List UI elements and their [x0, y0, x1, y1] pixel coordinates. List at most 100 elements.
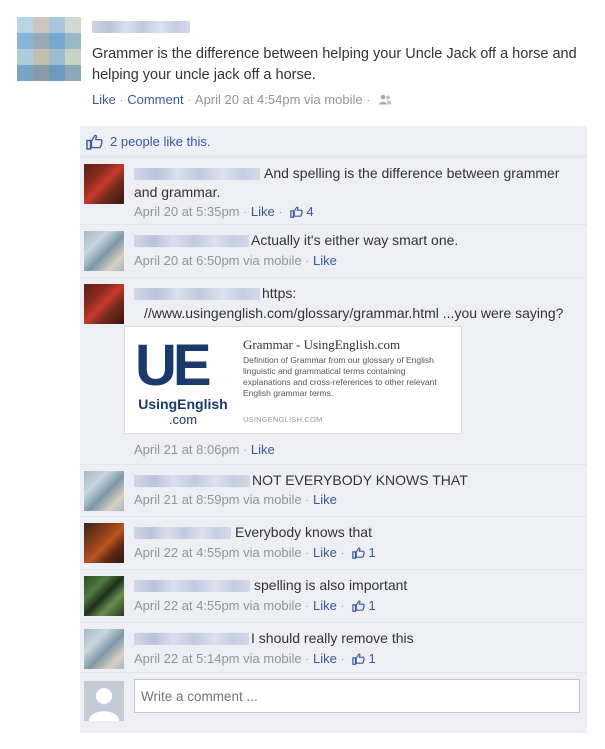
comment-via: via mobile [243, 492, 302, 507]
comment-timestamp[interactable]: April 21 at 8:59pm [134, 492, 240, 507]
post-meta: Like · Comment · April 20 at 4:54pm via mobi… [92, 92, 392, 107]
comment-timestamp[interactable]: April 21 at 8:06pm [134, 442, 240, 457]
comment-via: via mobile [243, 253, 302, 268]
thumbs-up-icon [289, 206, 303, 218]
logo-tld: .com [168, 412, 198, 427]
commenter-name-redacted[interactable] [134, 475, 250, 487]
comment-meta: April 21 at 8:59pm via mobile · Like [134, 492, 337, 507]
comment-like-link[interactable]: Like [313, 492, 337, 507]
comment-item: Actually it's either way smart one. Apri… [80, 224, 587, 276]
commenter-avatar[interactable] [84, 523, 124, 563]
separator-dot: · [305, 256, 310, 268]
preview-domain: USINGENGLISH.COM [243, 415, 323, 424]
likes-summary-row: 2 people like this. [80, 126, 587, 156]
comment-via: via mobile [243, 651, 302, 666]
commenter-name-redacted[interactable] [134, 527, 231, 539]
comment-like-link[interactable]: Like [251, 204, 275, 219]
comment-text: And spelling is the difference between g… [134, 165, 560, 200]
commenter-avatar[interactable] [84, 284, 124, 324]
comment-timestamp[interactable]: April 22 at 4:55pm [134, 545, 240, 560]
separator-dot: · [305, 495, 310, 507]
thumbs-up-icon [352, 600, 365, 612]
comment-text: I should really remove this [251, 630, 414, 646]
post-author-avatar[interactable] [17, 17, 81, 81]
commenter-avatar[interactable] [84, 576, 124, 616]
comment-meta: April 20 at 5:35pm · Like · 4 [134, 204, 314, 219]
comment-timestamp[interactable]: April 22 at 5:14pm [134, 651, 240, 666]
comment-like-count[interactable]: 1 [352, 598, 376, 613]
comment-timestamp[interactable]: April 20 at 6:50pm [134, 253, 240, 268]
like-count-value: 4 [306, 204, 314, 219]
commenter-name-redacted[interactable] [134, 288, 260, 300]
comment-timestamp[interactable]: April 20 at 5:35pm [134, 204, 240, 219]
comment-like-link[interactable]: Like [313, 253, 337, 268]
comment-via: via mobile [243, 598, 302, 613]
comment-like-link[interactable]: Like [251, 442, 275, 457]
commenter-name-redacted[interactable] [134, 633, 249, 645]
comment-item: spelling is also important April 22 at 4… [80, 569, 587, 621]
commenter-avatar[interactable] [84, 231, 124, 271]
comment-item: I should really remove this April 22 at … [80, 622, 587, 672]
comment-item: NOT EVERYBODY KNOWS THAT April 21 at 8:5… [80, 464, 587, 515]
comment-meta: April 22 at 5:14pm via mobile · Like · 1 [134, 651, 376, 666]
commenter-avatar[interactable] [84, 471, 124, 511]
comment-text: Actually it's either way smart one. [251, 232, 459, 248]
link-preview-card[interactable]: UE UsingEnglish .com Grammar - UsingEngl… [124, 326, 462, 434]
separator-dot: · [305, 601, 310, 613]
comment-like-link[interactable]: Like [313, 651, 337, 666]
comment-meta: April 22 at 4:55pm via mobile · Like · 1 [134, 545, 376, 560]
comment-text-prefix: https: [262, 285, 297, 301]
audience-friends-icon[interactable] [378, 94, 392, 105]
comment-meta: April 21 at 8:06pm · Like [134, 442, 275, 457]
like-count-value: 1 [368, 651, 376, 666]
default-user-silhouette-icon [84, 681, 124, 721]
commenter-name-redacted[interactable] [134, 580, 250, 592]
comment-url-text[interactable]: //www.usingenglish.com/glossary/grammar.… [144, 305, 439, 321]
commenter-avatar[interactable] [84, 164, 124, 204]
comment-text: spelling is also important [254, 577, 408, 593]
post-like-link[interactable]: Like [92, 92, 116, 107]
preview-description: Definition of Grammar from our glossary … [243, 355, 437, 398]
comment-text: Everybody knows that [235, 524, 372, 540]
thumbs-up-icon [352, 653, 365, 665]
comment-via: via mobile [243, 545, 302, 560]
comment-item: Everybody knows that April 22 at 4:55pm … [80, 516, 587, 568]
preview-title[interactable]: Grammar - UsingEnglish.com [243, 337, 400, 353]
comment-like-link[interactable]: Like [313, 598, 337, 613]
separator-dot: · [366, 95, 370, 107]
post-timestamp[interactable]: April 20 at 4:54pm [195, 92, 301, 107]
post-text: Grammer is the difference between helpin… [92, 46, 577, 83]
separator-dot: · [340, 548, 345, 560]
comments-panel: 2 people like this. And spelling is the … [80, 126, 587, 733]
comment-text: NOT EVERYBODY KNOWS THAT [252, 472, 468, 488]
comment-composer [80, 672, 587, 733]
comment-like-count[interactable]: 4 [289, 204, 314, 219]
commenter-name-redacted[interactable] [134, 235, 249, 247]
usingenglish-logo: UE UsingEnglish .com [133, 335, 233, 427]
comment-text-line2: //www.usingenglish.com/glossary/grammar.… [144, 304, 563, 323]
comment-timestamp[interactable]: April 22 at 4:55pm [134, 598, 240, 613]
comment-like-link[interactable]: Like [313, 545, 337, 560]
commenter-avatar[interactable] [84, 629, 124, 669]
post-author-name-redacted[interactable] [92, 21, 190, 33]
comment-item: https: //www.usingenglish.com/glossary/g… [80, 277, 587, 463]
separator-dot: · [278, 207, 283, 219]
separator-dot: · [340, 601, 345, 613]
comment-meta: April 22 at 4:55pm via mobile · Like · 1 [134, 598, 376, 613]
comment-like-count[interactable]: 1 [352, 651, 376, 666]
post-comment-link[interactable]: Comment [127, 92, 183, 107]
write-comment-input[interactable] [134, 679, 580, 713]
thumbs-up-icon [86, 134, 103, 150]
separator-dot: · [243, 445, 247, 457]
separator-dot: · [305, 548, 310, 560]
comment-item: And spelling is the difference between g… [80, 157, 587, 223]
separator-dot: · [187, 95, 191, 107]
comment-text: https: [262, 284, 296, 303]
comment-like-count[interactable]: 1 [352, 545, 376, 560]
likes-summary-link[interactable]: 2 people like this. [110, 134, 210, 149]
logo-letters: UE [135, 333, 212, 398]
logo-name: UsingEnglish [138, 396, 228, 412]
post-via: via mobile [304, 92, 363, 107]
separator-dot: · [340, 654, 345, 666]
comment-text-suffix: ...you were saying? [438, 305, 564, 321]
